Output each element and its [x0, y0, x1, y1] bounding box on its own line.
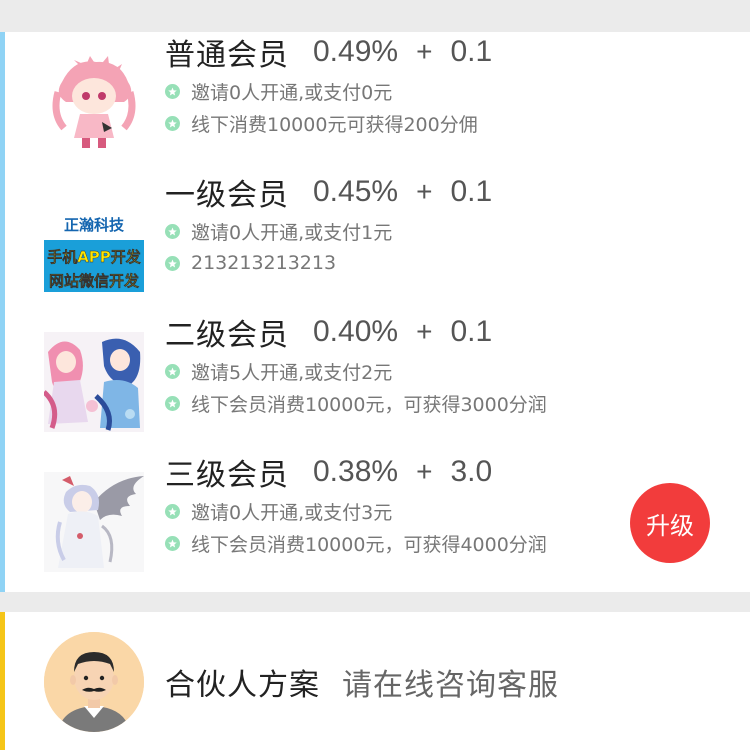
tier-bonus: 0.1	[450, 35, 493, 68]
tier-bonus: 0.1	[450, 175, 493, 208]
star-bullet-icon	[165, 255, 180, 271]
star-bullet-icon	[165, 395, 180, 411]
banner-line3: 网站微信开发	[49, 272, 140, 290]
tier-item-regular[interactable]: 普通会员 0.49% + 0.1 邀请0人开通,或支付0元 线下消费10000元…	[0, 32, 750, 172]
winged-anime-girl-image	[44, 472, 144, 572]
company-ad-banner-image: 正瀚科技 手机APP开发 网站微信开发	[44, 192, 144, 292]
tier-requirement: 邀请0人开通,或支付1元	[191, 221, 393, 244]
tier-rate: 0.45%	[313, 175, 399, 208]
tier-bonus: 0.1	[450, 315, 493, 348]
star-bullet-icon	[165, 535, 180, 551]
section-gap	[0, 592, 750, 612]
tier-name: 二级会员	[165, 318, 289, 353]
upgrade-button[interactable]: 升级	[630, 483, 710, 563]
tier-rate: 0.40%	[313, 315, 399, 348]
banner-line1: 正瀚科技	[64, 216, 125, 234]
two-anime-girls-image	[44, 332, 144, 432]
tier-rate: 0.49%	[313, 35, 399, 68]
partner-subtitle: 请在线咨询客服	[342, 668, 559, 703]
tier-requirement: 邀请0人开通,或支付3元	[191, 501, 393, 524]
plus-sign: +	[416, 36, 433, 67]
star-bullet-icon	[165, 503, 180, 519]
partner-plan-card[interactable]: 合伙人方案 请在线咨询客服	[0, 612, 750, 750]
tier-bonus: 3.0	[450, 455, 493, 488]
mustache-man-avatar	[44, 632, 144, 732]
tier-benefit: 213213213213	[191, 252, 337, 274]
tier-name: 一级会员	[165, 178, 289, 213]
star-bullet-icon	[165, 115, 180, 131]
tier-name: 普通会员	[165, 38, 289, 73]
star-bullet-icon	[165, 83, 180, 99]
tier-benefit: 线下会员消费10000元，可获得4000分润	[191, 533, 547, 556]
plus-sign: +	[416, 176, 433, 207]
tier-benefit: 线下消费10000元可获得200分佣	[191, 113, 478, 136]
tier-name: 三级会员	[165, 458, 289, 493]
tier-item-level2[interactable]: 二级会员 0.40% + 0.1 邀请5人开通,或支付2元 线下会员消费1000…	[0, 312, 750, 452]
tier-rate: 0.38%	[313, 455, 399, 488]
partner-accent-bar	[0, 612, 5, 750]
star-bullet-icon	[165, 223, 180, 239]
plus-sign: +	[416, 456, 433, 487]
partner-title: 合伙人方案	[165, 668, 320, 703]
star-bullet-icon	[165, 363, 180, 379]
plus-sign: +	[416, 316, 433, 347]
tier-requirement: 邀请5人开通,或支付2元	[191, 361, 393, 384]
tier-benefit: 线下会员消费10000元，可获得3000分润	[191, 393, 547, 416]
tier-requirement: 邀请0人开通,或支付0元	[191, 81, 393, 104]
pink-anime-character-image	[44, 52, 144, 152]
tier-item-level1[interactable]: 正瀚科技 手机APP开发 网站微信开发 一级会员 0.45% + 0.1 邀请0…	[0, 172, 750, 312]
banner-line2: 手机APP开发	[47, 248, 142, 266]
